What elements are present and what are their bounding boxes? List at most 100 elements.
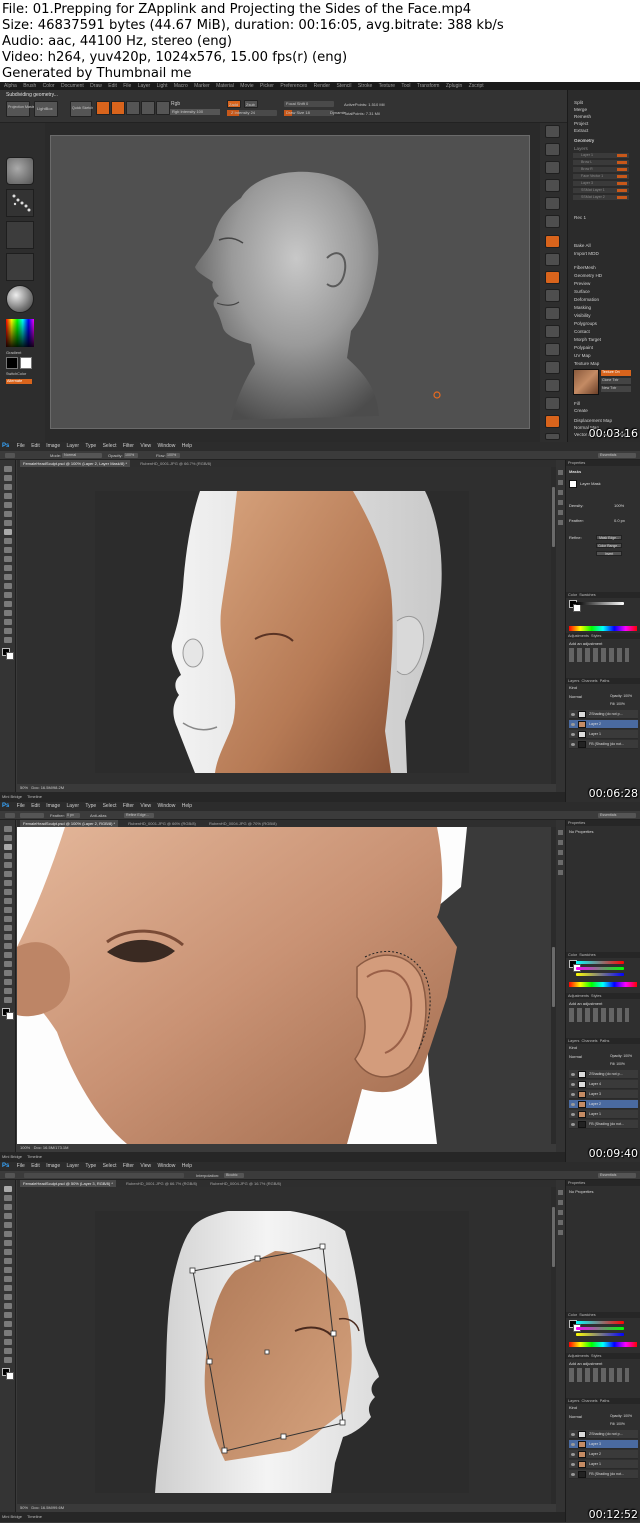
dodge-tool[interactable] <box>4 583 12 589</box>
rgb-label[interactable]: Rgb <box>171 101 180 107</box>
history-brush-tool[interactable] <box>4 907 12 913</box>
zb-menu-edit[interactable]: Edit <box>108 83 117 89</box>
eraser-tool[interactable] <box>4 916 12 922</box>
zb-layer-row[interactable]: Layer 3 <box>573 181 629 186</box>
edit-button[interactable] <box>96 101 110 115</box>
blur-tool[interactable] <box>4 1294 12 1300</box>
quick-sketch-button[interactable]: Quick Sketch <box>70 101 93 117</box>
ps-menu-image[interactable]: Image <box>46 443 60 449</box>
type-tool[interactable] <box>4 601 12 607</box>
secondary-color-swatch[interactable] <box>20 357 32 369</box>
layers-panel-header[interactable]: Layers Channels Paths <box>566 678 640 684</box>
adjustment-icons[interactable] <box>569 648 629 662</box>
history-brush-tool[interactable] <box>4 1267 12 1273</box>
zb-geometry[interactable]: Geometry <box>574 138 594 143</box>
draw-button[interactable] <box>111 101 125 115</box>
color-spectrum-bar[interactable] <box>569 626 637 631</box>
rotate-button[interactable] <box>156 101 170 115</box>
zb-menu-marker[interactable]: Marker <box>194 83 210 89</box>
zb-layer-row[interactable]: SSMat Layer 2 <box>573 195 629 200</box>
healing-tool[interactable] <box>4 880 12 886</box>
history-icon[interactable] <box>558 830 563 835</box>
zb-polypaint[interactable]: Polypaint <box>574 345 593 350</box>
history-brush-tool[interactable] <box>4 547 12 553</box>
density-value[interactable]: 100% <box>614 503 624 508</box>
type-tool[interactable] <box>4 961 12 967</box>
brush-panel-icon[interactable] <box>558 850 563 855</box>
draw-size-slider[interactable]: Draw Size 18 <box>284 110 334 116</box>
ps-menu-window[interactable]: Window <box>158 1163 176 1169</box>
document-canvas[interactable] <box>95 491 469 773</box>
zb-menu-texture[interactable]: Texture <box>379 83 395 89</box>
texture-on-button[interactable]: Texture On <box>601 370 631 376</box>
floor-icon[interactable] <box>545 253 560 266</box>
layer-filter-kind[interactable]: Kind <box>569 685 577 690</box>
scroll-thumb[interactable] <box>552 947 555 1007</box>
layers-panel-header[interactable]: Layers Channels Paths <box>566 1038 640 1044</box>
transp-icon[interactable] <box>545 415 560 428</box>
zb-menu-macro[interactable]: Macro <box>174 83 188 89</box>
zb-menu-draw[interactable]: Draw <box>90 83 102 89</box>
ps-menu-view[interactable]: View <box>140 1163 151 1169</box>
layer-row[interactable]: Layer 2 <box>569 1450 638 1459</box>
zb-layer-row[interactable]: Layer 1 <box>573 153 629 158</box>
ps-menu-edit[interactable]: Edit <box>31 443 40 449</box>
layer-row[interactable]: FB (Shading (do not... <box>569 740 638 749</box>
adjustments-panel-header[interactable]: Adjustments Styles <box>566 633 640 639</box>
ps-menu-window[interactable]: Window <box>158 443 176 449</box>
document-tab[interactable]: RubenHD_0004.JPG @ 16.7% (RGB/8) <box>207 1180 284 1187</box>
layer-row[interactable]: FB (Shading (do not... <box>569 1120 638 1129</box>
zb-menu-brush[interactable]: Brush <box>23 83 36 89</box>
primary-color-swatch[interactable] <box>6 357 18 369</box>
lasso-tool-preset[interactable] <box>5 813 15 818</box>
timeline-tab[interactable]: Timeline <box>27 794 42 799</box>
healing-tool[interactable] <box>4 520 12 526</box>
ps-menu-image[interactable]: Image <box>46 803 60 809</box>
switch-color-label[interactable]: SwitchColor <box>6 372 26 376</box>
layers-panel-header[interactable]: Layers Channels Paths <box>566 1398 640 1404</box>
ps-canvas-area[interactable] <box>17 1187 551 1504</box>
zb-menu-render[interactable]: Render <box>314 83 330 89</box>
ps-menu-layer[interactable]: Layer <box>67 1163 80 1169</box>
quick-select-tool[interactable] <box>4 853 12 859</box>
pen-tool[interactable] <box>4 952 12 958</box>
color-spectrum-bar[interactable] <box>569 1342 637 1347</box>
solo-icon[interactable] <box>545 433 560 440</box>
zb-menu-transform[interactable]: Transform <box>417 83 440 89</box>
hand-tool[interactable] <box>4 988 12 994</box>
eyedropper-tool[interactable] <box>4 511 12 517</box>
blend-mode[interactable]: Normal <box>569 1054 582 1059</box>
zsub-button[interactable]: Zsub <box>244 100 258 108</box>
quick-select-tool[interactable] <box>4 1213 12 1219</box>
crop-tool[interactable] <box>4 502 12 508</box>
zbrush-canvas[interactable] <box>50 135 530 429</box>
adjustment-icons[interactable] <box>569 1008 629 1022</box>
zb-menu-light[interactable]: Light <box>157 83 168 89</box>
move-tool[interactable] <box>4 826 12 832</box>
document-canvas[interactable] <box>17 827 551 1144</box>
zadd-button[interactable]: Zadd <box>227 100 241 108</box>
zb-texture-map[interactable]: Texture Map <box>574 361 599 366</box>
hand-tool[interactable] <box>4 628 12 634</box>
mini-bridge-tab[interactable]: Mini Bridge <box>2 1154 22 1159</box>
zb-split[interactable]: Split <box>574 100 583 105</box>
k-slider[interactable] <box>576 602 624 605</box>
focal-shift-slider[interactable]: Focal Shift 0 <box>284 101 334 107</box>
document-tab[interactable]: RubenHD_0004.JPG @ 70% (RGB/8) <box>206 820 280 827</box>
shape-tool[interactable] <box>4 979 12 985</box>
layer-filter-kind[interactable]: Kind <box>569 1405 577 1410</box>
ps-menu-select[interactable]: Select <box>103 1163 117 1169</box>
eraser-tool[interactable] <box>4 1276 12 1282</box>
mini-bridge-tab[interactable]: Mini Bridge <box>2 794 22 799</box>
ps-menu-type[interactable]: Type <box>85 443 96 449</box>
ps-menu-file[interactable]: File <box>17 803 25 809</box>
layer-row[interactable]: Layer 1 <box>569 730 638 739</box>
history-icon[interactable] <box>558 470 563 475</box>
brush-tool[interactable] <box>4 1249 12 1255</box>
color-panel-header[interactable]: Color Swatches <box>566 952 640 958</box>
zoom-level[interactable]: 100% <box>20 1145 30 1150</box>
zb-project[interactable]: Project <box>574 121 588 126</box>
transform-preset[interactable] <box>5 1173 15 1178</box>
green-slider[interactable] <box>576 1327 624 1330</box>
zb-masking[interactable]: Masking <box>574 305 591 310</box>
